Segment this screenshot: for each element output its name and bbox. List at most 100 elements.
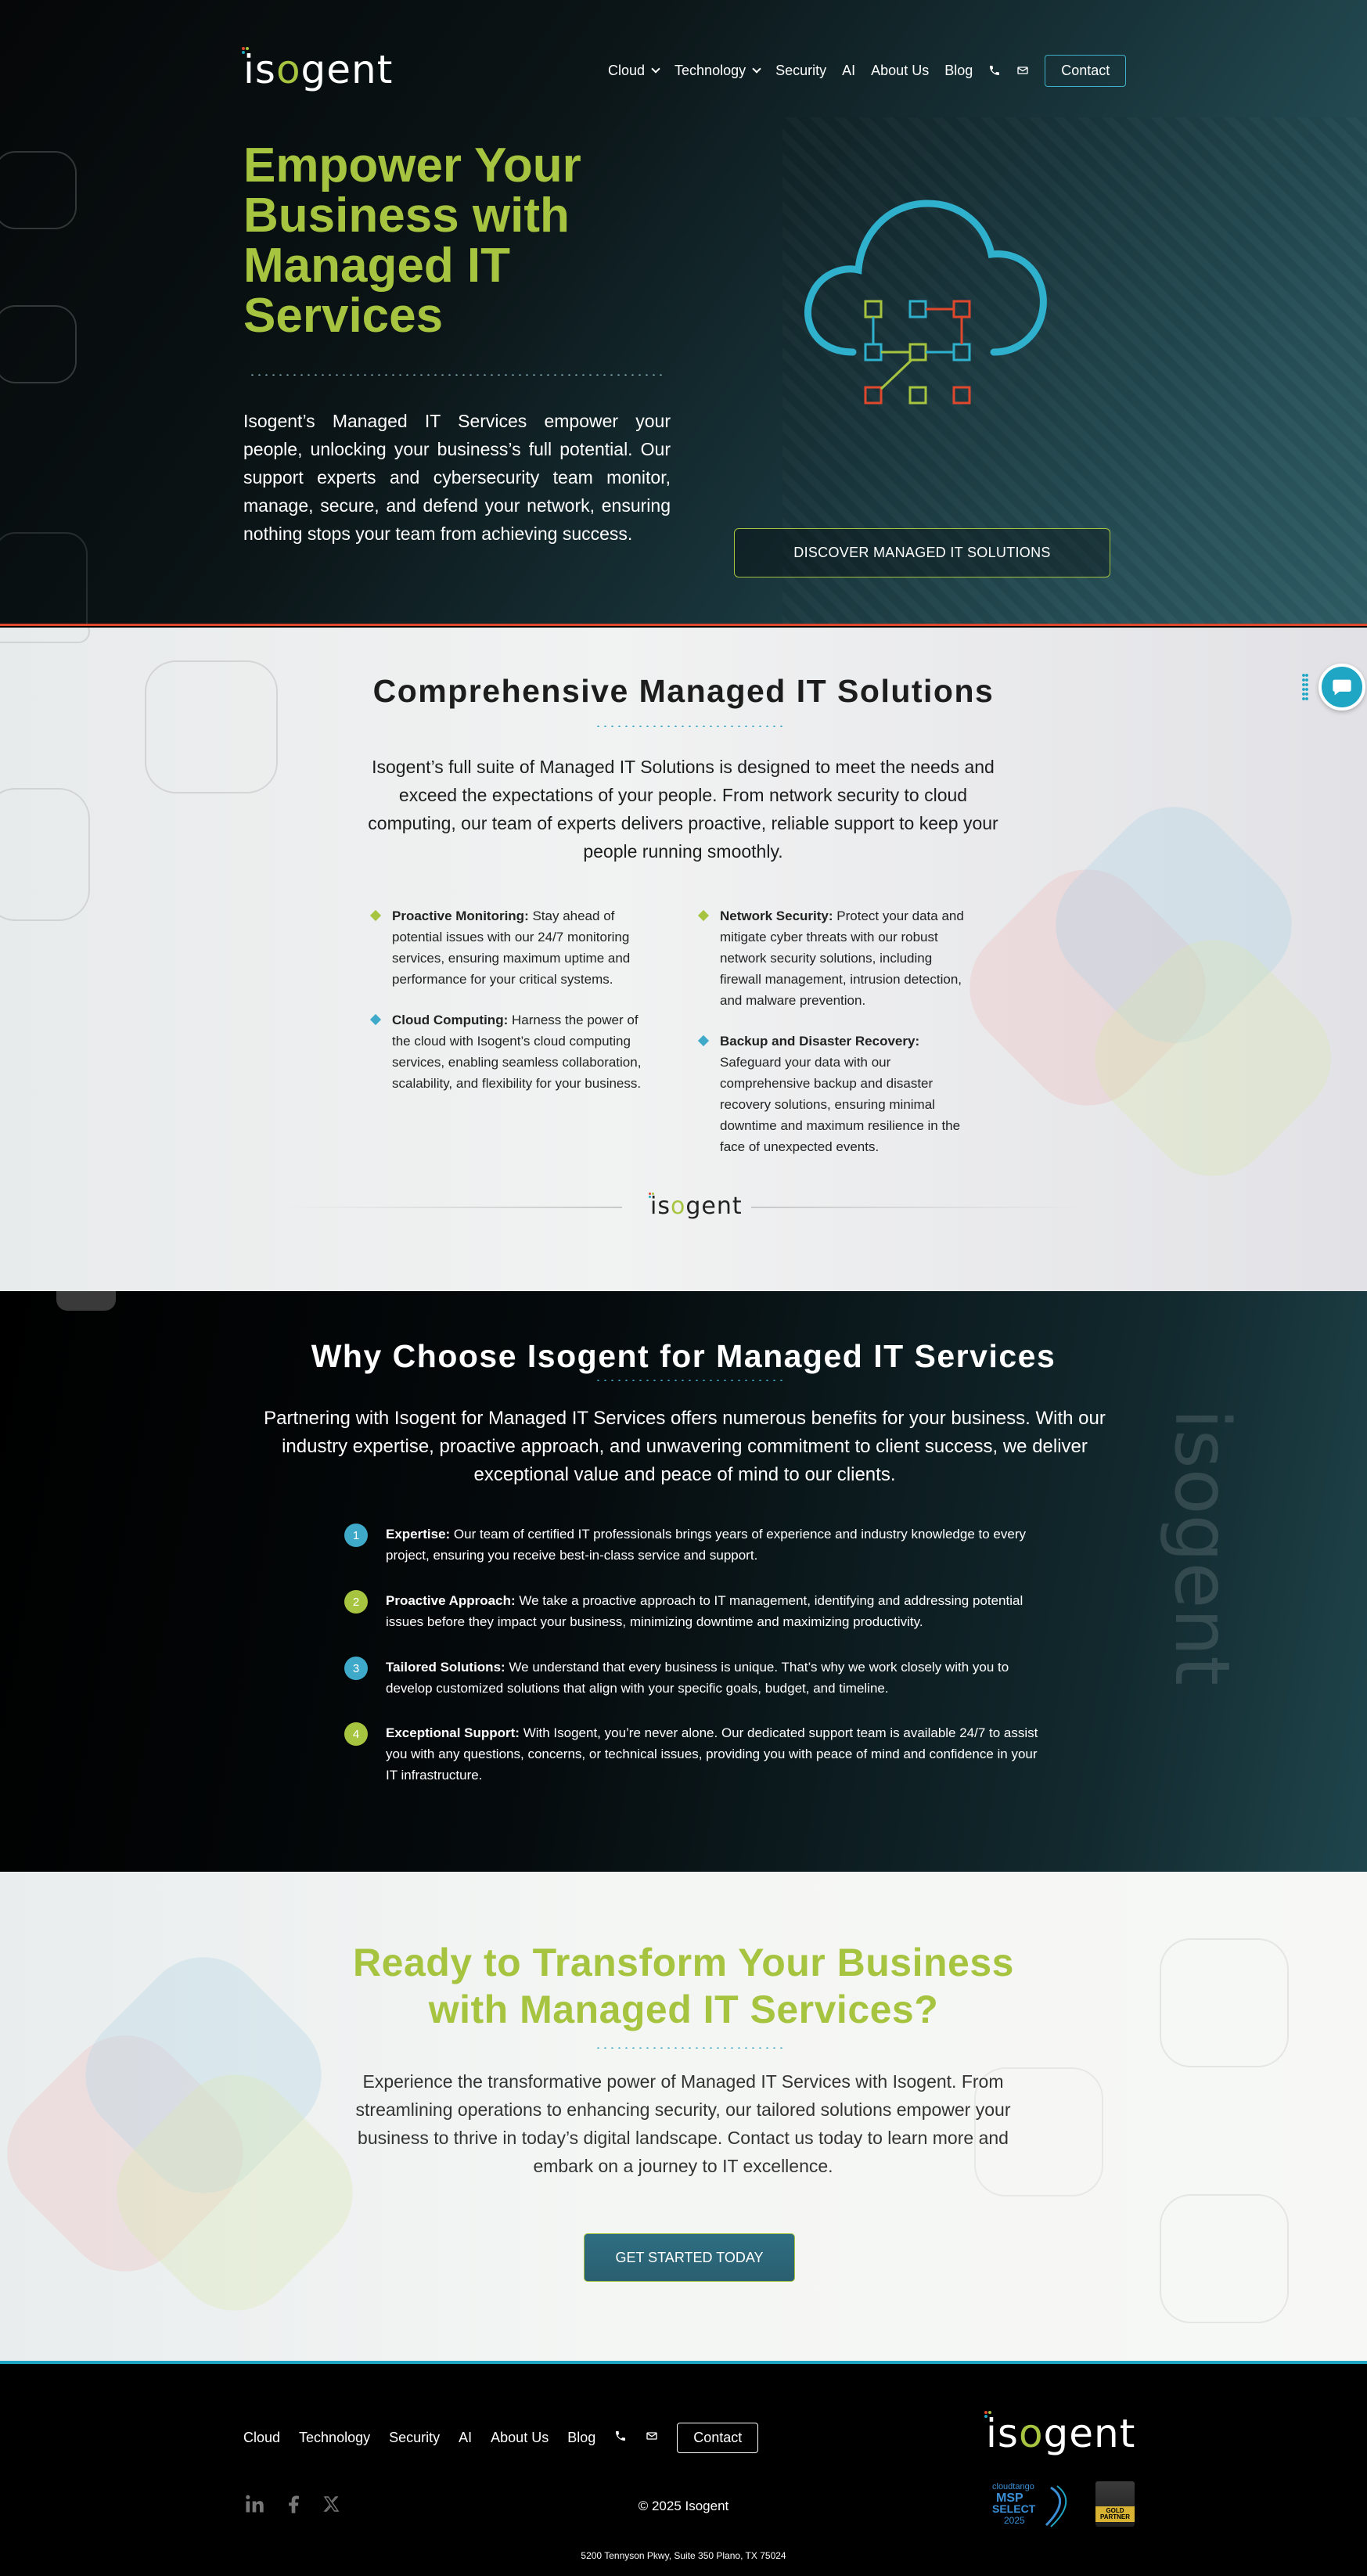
nav-item-blog[interactable]: Blog	[944, 63, 973, 79]
phone-icon[interactable]	[614, 2430, 627, 2446]
site-logo[interactable]: is o gent	[242, 47, 394, 92]
nav-item-cloud[interactable]: Cloud	[608, 62, 660, 79]
feature-item: Network Security: Protect your data and …	[696, 905, 970, 1011]
cta-text: Experience the transformative power of M…	[355, 2071, 1011, 2176]
decorative-square	[0, 788, 90, 921]
logo-text: gent	[1043, 2411, 1136, 2456]
phone-icon[interactable]	[988, 64, 1001, 77]
feature-title: Backup and Disaster Recovery:	[720, 1034, 920, 1049]
logo-dots	[649, 1193, 657, 1200]
number-badge: 4	[344, 1722, 368, 1746]
badge-line-text: SELECT	[992, 2502, 1036, 2515]
number-badge: 2	[344, 1590, 368, 1614]
feature-item: Backup and Disaster Recovery: Safeguard …	[696, 1031, 970, 1157]
isogent-watermark: isogent	[1158, 1409, 1246, 1686]
reason-text: Our team of certified IT professionals b…	[386, 1527, 1026, 1563]
dotted-divider	[595, 725, 782, 727]
chat-button[interactable]	[1318, 664, 1365, 711]
chat-bubble-icon	[1333, 679, 1351, 696]
footer-link-cloud[interactable]: Cloud	[243, 2430, 280, 2446]
reason-title: Expertise:	[386, 1527, 451, 1542]
reason-title: Tailored Solutions:	[386, 1660, 505, 1675]
footer-link-technology[interactable]: Technology	[299, 2430, 370, 2446]
diamond-bullet-icon	[369, 909, 382, 922]
divider-line	[286, 1207, 622, 1208]
chevron-down-icon	[651, 64, 660, 74]
solutions-section: Comprehensive Managed IT Solutions Isoge…	[0, 628, 1367, 1291]
gold-partner-badge: GOLD PARTNER	[1095, 2481, 1135, 2527]
nav-item-about-us[interactable]: About Us	[871, 63, 929, 79]
hero-text: Isogent’s Managed IT Services empower yo…	[243, 411, 671, 544]
footer-nav: Cloud Technology Security AI About Us Bl…	[243, 2423, 759, 2453]
number-badge: 1	[344, 1524, 368, 1547]
diamond-bullet-icon	[697, 909, 710, 922]
footer-contact-button[interactable]: Contact	[677, 2423, 759, 2453]
contact-button[interactable]: Contact	[1045, 54, 1127, 87]
feature-title: Network Security:	[720, 908, 833, 923]
diamond-bullet-icon	[369, 1013, 382, 1026]
reason-item: 1 Expertise: Our team of certified IT pr…	[344, 1524, 1049, 1566]
cta-title-line: Ready to Transform Your Business	[353, 1941, 1014, 1984]
footer-link-blog[interactable]: Blog	[567, 2430, 595, 2446]
mail-icon[interactable]	[646, 2430, 658, 2446]
logo-dots	[242, 47, 250, 55]
feature-text: Protect your data and mitigate cyber thr…	[720, 908, 964, 1008]
mail-icon[interactable]	[1016, 64, 1029, 77]
reason-item: 2 Proactive Approach: We take a proactiv…	[344, 1590, 1049, 1632]
feature-item: Proactive Monitoring: Stay ahead of pote…	[369, 905, 642, 990]
decorative-square	[0, 628, 90, 643]
badge-brand-text: cloudtango	[992, 2482, 1034, 2491]
nav-label: Cloud	[608, 62, 646, 78]
why-intro: Partnering with Isogent for Managed IT S…	[264, 1408, 1106, 1485]
decorative-square	[0, 151, 77, 229]
logo-text: gent	[300, 47, 394, 92]
chevron-down-icon	[752, 64, 761, 74]
nav-item-ai[interactable]: AI	[842, 63, 855, 79]
logo-dots	[984, 2411, 992, 2419]
reason-title: Exceptional Support:	[386, 1725, 520, 1740]
decorative-square	[1160, 2194, 1289, 2323]
number-badge: 3	[344, 1657, 368, 1680]
diamond-bullet-icon	[697, 1034, 710, 1047]
reason-title: Proactive Approach:	[386, 1593, 516, 1608]
dotted-divider	[595, 1380, 782, 1381]
gold-partner-text: GOLD PARTNER	[1095, 2506, 1135, 2522]
copyright-text: © 2025 Isogent	[638, 2499, 729, 2513]
address-text: 5200 Tennyson Pkwy, Suite 350 Plano, TX …	[581, 2550, 786, 2561]
cta-title: Ready to Transform Your Business with Ma…	[0, 1939, 1367, 2033]
footer-link-about-us[interactable]: About Us	[491, 2430, 549, 2446]
chat-drag-handle[interactable]	[1302, 673, 1308, 701]
cloudtango-msp-badge: cloudtango MSP SELECT 2025	[992, 2482, 1067, 2527]
logo-text: o	[670, 1193, 686, 1220]
hero-title: Empower Your Business with Managed IT Se…	[243, 139, 581, 343]
feature-title: Proactive Monitoring:	[392, 908, 529, 923]
decorative-square	[56, 1291, 116, 1311]
reason-item: 3 Tailored Solutions: We understand that…	[344, 1657, 1049, 1699]
section-divider-stripe	[0, 624, 1367, 626]
decorative-square	[0, 532, 88, 626]
why-section: Why Choose Isogent for Managed IT Servic…	[0, 1291, 1367, 1872]
decorative-square	[0, 305, 77, 383]
logo-text: gent	[685, 1193, 743, 1220]
nav-item-technology[interactable]: Technology	[675, 62, 761, 79]
dotted-divider	[249, 374, 662, 376]
cta-title-line: with Managed IT Services?	[428, 1988, 939, 2031]
solutions-intro: Isogent’s full suite of Managed IT Solut…	[368, 757, 998, 862]
divider-line	[751, 1207, 1088, 1208]
dotted-divider	[595, 2047, 782, 2049]
reason-item: 4 Exceptional Support: With Isogent, you…	[344, 1722, 1049, 1786]
main-nav: Cloud Technology Security AI About Us Bl…	[608, 54, 1127, 87]
solutions-title: Comprehensive Managed IT Solutions	[372, 673, 995, 709]
footer-link-security[interactable]: Security	[389, 2430, 440, 2446]
hero-section: is o gent Cloud Technology Security AI Abo…	[0, 0, 1367, 626]
feature-item: Cloud Computing: Harness the power of th…	[369, 1009, 642, 1094]
nav-item-security[interactable]: Security	[775, 63, 826, 79]
cloud-network-icon	[804, 200, 1047, 405]
nav-label: Technology	[675, 62, 746, 78]
footer-logo[interactable]: is o gent	[984, 2411, 1136, 2456]
footer-link-ai[interactable]: AI	[459, 2430, 472, 2446]
badge-year-text: 2025	[1004, 2515, 1025, 2526]
discover-solutions-button[interactable]: DISCOVER MANAGED IT SOLUTIONS	[734, 528, 1110, 577]
solutions-logo: is o gent	[649, 1193, 743, 1220]
get-started-button[interactable]: GET STARTED TODAY	[584, 2233, 795, 2282]
